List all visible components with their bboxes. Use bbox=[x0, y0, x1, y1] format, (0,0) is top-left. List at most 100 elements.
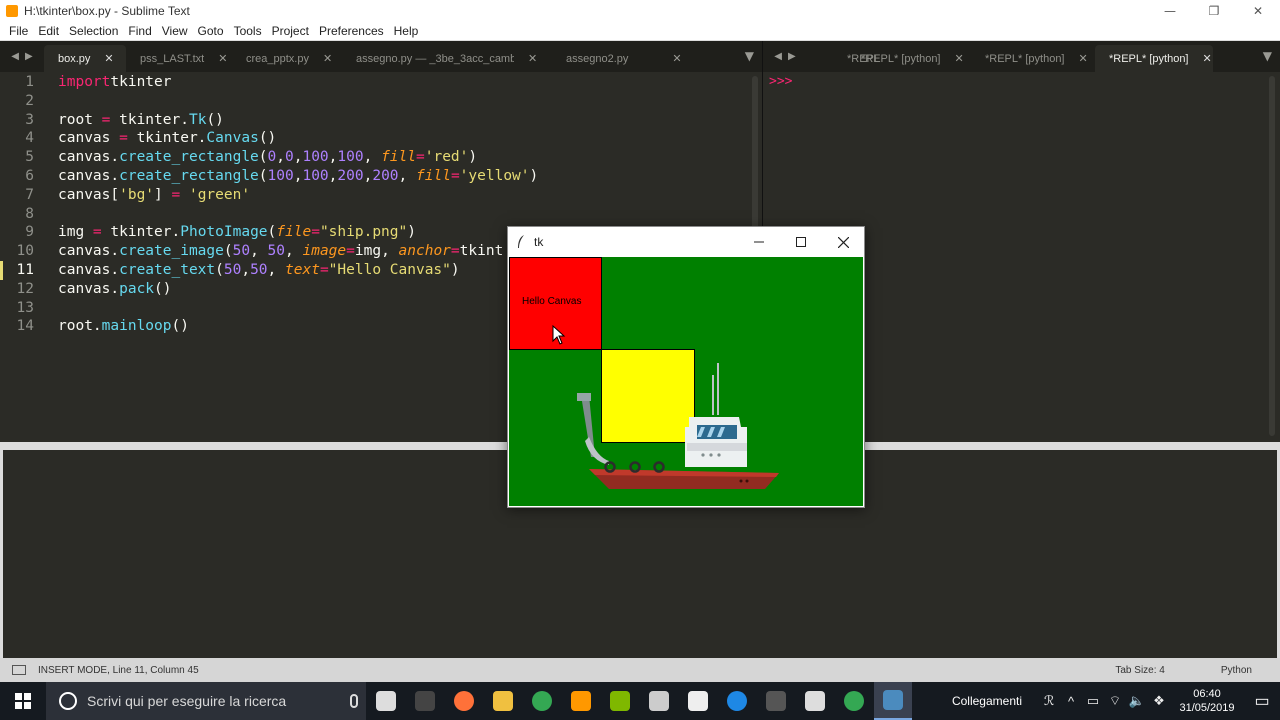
line-number: 3 bbox=[25, 111, 34, 128]
tray-chevron-icon[interactable]: ^ bbox=[1060, 694, 1082, 709]
code-line[interactable]: 8 bbox=[0, 205, 750, 224]
taskbar-app-chrome-2[interactable] bbox=[835, 682, 873, 720]
tab-close-icon[interactable]: ✕ bbox=[528, 52, 537, 65]
tab-box-py[interactable]: box.py ✕ bbox=[44, 45, 126, 72]
status-syntax[interactable]: Python bbox=[1193, 665, 1280, 676]
tab-close-icon[interactable]: ✕ bbox=[104, 52, 113, 65]
tk-maximize-button[interactable] bbox=[780, 227, 822, 257]
tab-close-icon[interactable]: ✕ bbox=[1203, 52, 1212, 65]
taskbar-app-task-view[interactable] bbox=[367, 682, 405, 720]
minimize-button[interactable]: — bbox=[1148, 0, 1192, 22]
code-token: tkinter bbox=[110, 74, 172, 90]
people-icon[interactable]: ℛ bbox=[1038, 693, 1060, 709]
code-line[interactable]: 3 root = tkinter.Tk() bbox=[0, 111, 750, 130]
taskbar-app-sublime[interactable] bbox=[562, 682, 600, 720]
tk-canvas[interactable]: Hello Canvas bbox=[509, 257, 863, 506]
task-view-icon bbox=[375, 691, 396, 711]
restore-button[interactable]: ❐ bbox=[1192, 0, 1236, 22]
taskbar-app-app-inkscape[interactable] bbox=[640, 682, 678, 720]
tab-label: assegno.py — _3be_3acc_cambiali bbox=[356, 52, 514, 65]
taskbar-app-explorer-python[interactable] bbox=[484, 682, 522, 720]
line-number: 5 bbox=[25, 149, 34, 166]
tab-repl-2[interactable]: *REPL* [python] ✕ bbox=[847, 45, 971, 72]
menu-view[interactable]: View bbox=[157, 24, 193, 38]
tk-minimize-button[interactable] bbox=[738, 227, 780, 257]
arrow-right-icon[interactable]: ▶ bbox=[788, 51, 796, 62]
taskbar-app-app-snake[interactable] bbox=[796, 682, 834, 720]
code-text: root.mainloop() bbox=[58, 317, 189, 336]
tab-repl-active[interactable]: *REPL* [python] ✕ bbox=[1095, 45, 1213, 72]
menu-file[interactable]: File bbox=[4, 24, 33, 38]
dropbox-icon[interactable]: ❖ bbox=[1148, 693, 1170, 709]
taskbar-app-chrome[interactable] bbox=[523, 682, 561, 720]
tab-pss-last[interactable]: pss_LAST.txt ✕ bbox=[126, 45, 232, 72]
arrow-right-icon[interactable]: ▶ bbox=[25, 51, 33, 62]
tk-title-bar[interactable]: tk bbox=[508, 227, 864, 257]
tab-crea-pptx[interactable]: crea_pptx.py ✕ bbox=[232, 45, 342, 72]
battery-icon[interactable]: ▭ bbox=[1082, 693, 1104, 709]
taskbar-app-app-generic[interactable] bbox=[757, 682, 795, 720]
repl-tab-dropdown-icon[interactable]: ▼ bbox=[1263, 49, 1272, 63]
microphone-icon[interactable] bbox=[350, 694, 358, 708]
menu-project[interactable]: Project bbox=[267, 24, 314, 38]
tab-scroll-arrows[interactable]: ◀ ▶ bbox=[0, 41, 44, 72]
tab-close-icon[interactable]: ✕ bbox=[955, 52, 964, 65]
code-token: 100 bbox=[302, 149, 329, 166]
code-token: 'bg' bbox=[119, 186, 155, 203]
volume-icon[interactable]: 🔈 bbox=[1126, 693, 1148, 709]
taskbar-app-cmd[interactable] bbox=[406, 682, 444, 720]
repl-scrollbar[interactable] bbox=[1269, 76, 1275, 436]
tab-assegno2[interactable]: assegno2.py ✕ bbox=[552, 45, 712, 72]
taskbar-search[interactable]: Scrivi qui per eseguire la ricerca bbox=[46, 682, 366, 720]
code-line[interactable]: 1 importtkinter bbox=[0, 73, 750, 92]
tab-close-icon[interactable]: ✕ bbox=[323, 52, 332, 65]
start-button[interactable] bbox=[0, 682, 46, 720]
notification-icon[interactable]: ▭ bbox=[1244, 691, 1280, 711]
tab-label: *REPL* [python] bbox=[985, 52, 1065, 65]
menu-goto[interactable]: Goto bbox=[193, 24, 229, 38]
tk-close-button[interactable] bbox=[822, 227, 864, 257]
menu-tools[interactable]: Tools bbox=[229, 24, 267, 38]
clock[interactable]: 06:40 31/05/2019 bbox=[1174, 687, 1240, 715]
code-line[interactable]: 5 canvas.create_rectangle(0,0,100,100, fi… bbox=[0, 148, 750, 167]
menu-find[interactable]: Find bbox=[123, 24, 156, 38]
code-token: "Hello Canvas" bbox=[328, 262, 451, 278]
tab-close-icon[interactable]: ✕ bbox=[218, 52, 227, 65]
code-token: canvas. bbox=[58, 149, 120, 166]
repl-tab-scroll-arrows[interactable]: ◀ ▶ bbox=[763, 41, 807, 72]
menu-preferences[interactable]: Preferences bbox=[314, 24, 389, 38]
taskbar-app-python-idle[interactable] bbox=[873, 682, 912, 720]
taskbar-app-app-green[interactable] bbox=[601, 682, 639, 720]
close-button[interactable]: ✕ bbox=[1236, 0, 1280, 22]
tab-dropdown-icon[interactable]: ▼ bbox=[745, 49, 754, 63]
taskbar-app-firefox[interactable] bbox=[445, 682, 483, 720]
tab-repl-3[interactable]: *REPL* [python] ✕ bbox=[971, 45, 1095, 72]
code-line[interactable]: 7 canvas['bg'] = 'green' bbox=[0, 186, 750, 205]
code-token: root. bbox=[58, 318, 102, 335]
code-token: ] bbox=[154, 186, 172, 203]
menu-selection[interactable]: Selection bbox=[64, 24, 123, 38]
status-tab-size[interactable]: Tab Size: 4 bbox=[1087, 665, 1192, 676]
menu-edit[interactable]: Edit bbox=[33, 24, 64, 38]
window-title: H:\tkinter\box.py - Sublime Text bbox=[24, 4, 190, 18]
wifi-icon[interactable]: ⌔ bbox=[1104, 693, 1126, 709]
tab-close-icon[interactable]: ✕ bbox=[1079, 52, 1088, 65]
tab-close-icon[interactable]: ✕ bbox=[672, 52, 681, 65]
code-token: ( bbox=[258, 168, 268, 184]
tray-toolbar-label[interactable]: Collegamenti bbox=[952, 694, 1022, 708]
code-line[interactable]: 2 bbox=[0, 92, 750, 111]
menu-help[interactable]: Help bbox=[389, 24, 424, 38]
taskbar-app-app-fox[interactable] bbox=[679, 682, 717, 720]
code-token: = bbox=[92, 224, 102, 241]
arrow-left-icon[interactable]: ◀ bbox=[774, 51, 782, 62]
code-token: 'green' bbox=[180, 186, 251, 203]
arrow-left-icon[interactable]: ◀ bbox=[11, 51, 19, 62]
taskbar-app-app-blue-orb[interactable] bbox=[718, 682, 756, 720]
tab-repl-1[interactable]: *REPL bbox=[807, 45, 880, 72]
code-line[interactable]: 4 canvas = tkinter.Canvas() bbox=[0, 129, 750, 148]
sublime-icon bbox=[570, 691, 591, 711]
tk-window[interactable]: tk Hello Canvas bbox=[507, 226, 865, 508]
panel-toggle-icon[interactable] bbox=[12, 665, 26, 675]
tab-assegno[interactable]: assegno.py — _3be_3acc_cambiali ✕ bbox=[342, 45, 552, 72]
code-line[interactable]: 6 canvas.create_rectangle(100,100,200,200… bbox=[0, 167, 750, 186]
